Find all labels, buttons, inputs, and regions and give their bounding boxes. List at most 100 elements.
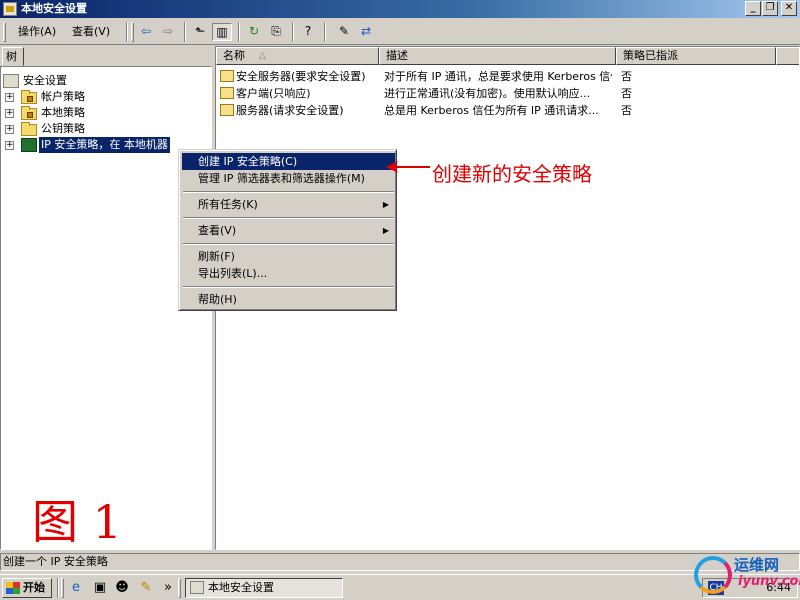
quicklaunch-grip: [61, 578, 64, 598]
folder-icon: [21, 122, 37, 136]
qq-icon[interactable]: ☻: [114, 580, 130, 596]
menu-item-create-ip-policy[interactable]: 创建 IP 安全策略(C): [182, 153, 395, 170]
toolbar-separator: [292, 22, 294, 42]
column-header-assigned[interactable]: 策略已指派: [616, 47, 776, 65]
minimize-button[interactable]: _: [745, 1, 761, 16]
desktop-icon[interactable]: ▣: [92, 580, 108, 596]
menu-item-help[interactable]: 帮助(H): [182, 291, 395, 308]
expand-icon[interactable]: +: [5, 93, 14, 102]
menu-separator: [183, 217, 394, 219]
menu-toolbar: 操作(A) 查看(V) ⇦ ⇨ ⬑ ▥ ↻ ⎘ ? ✎ ⇄: [0, 19, 800, 45]
toolbar-separator: [324, 22, 326, 42]
start-label: 开始: [23, 581, 45, 594]
row-name: 客户端(只响应): [236, 87, 311, 100]
task-button-local-security[interactable]: 本地安全设置: [185, 578, 343, 598]
status-bar: 创建一个 IP 安全策略: [0, 553, 800, 571]
menu-item-manage-filters[interactable]: 管理 IP 筛选器表和筛选器操作(M): [182, 170, 395, 187]
menu-separator: [183, 243, 394, 245]
windows-logo-icon: [6, 582, 20, 594]
new-policy-icon[interactable]: ✎: [334, 23, 354, 41]
column-header-label: 名称: [223, 49, 245, 62]
tree-item-label: 公钥策略: [41, 122, 85, 135]
window-title: 本地安全设置: [21, 2, 87, 15]
menu-item-label: 所有任务(K): [198, 198, 258, 211]
app-icon: [190, 581, 204, 594]
tree-root-label: 安全设置: [23, 74, 67, 87]
menu-view[interactable]: 查看(V): [68, 24, 114, 40]
row-description: 进行正常通讯(没有加密)。使用默认响应...: [384, 87, 591, 100]
column-header-description[interactable]: 描述: [379, 47, 616, 65]
menu-item-view[interactable]: 查看(V) ▶: [182, 222, 395, 239]
menu-item-label: 查看(V): [198, 224, 237, 237]
tree-header: 树: [0, 46, 210, 66]
menubar-grip: [3, 22, 6, 42]
toolbar-grip: [131, 22, 134, 42]
toolbar-separator: [184, 22, 186, 42]
menu-item-refresh[interactable]: 刷新(F): [182, 248, 395, 265]
watermark-text: 运维网: [734, 556, 780, 574]
row-description: 总是用 Kerberos 信任为所有 IP 通讯请求...: [384, 104, 599, 117]
column-header-label: 描述: [386, 49, 408, 62]
title-bar[interactable]: 本地安全设置 _ ❐ ✕: [0, 0, 800, 18]
tree-item-label: 本地策略: [41, 106, 85, 119]
column-header-filler: [776, 47, 799, 65]
ip-security-icon: [21, 138, 37, 152]
lock-icon: [27, 96, 33, 102]
menu-item-all-tasks[interactable]: 所有任务(K) ▶: [182, 196, 395, 213]
figure-label: 图 1: [32, 495, 122, 549]
toolbar-separator: [238, 22, 240, 42]
column-header-label: 策略已指派: [623, 49, 678, 62]
menu-separator: [183, 286, 394, 288]
forward-icon[interactable]: ⇨: [158, 23, 178, 41]
sort-ascending-icon: △: [259, 51, 266, 61]
overflow-chevron-icon[interactable]: »: [160, 580, 176, 596]
toolbar-separator: [126, 22, 128, 42]
task-label: 本地安全设置: [208, 581, 274, 594]
watermark-url: iyunv.com: [738, 574, 800, 589]
show-tree-icon[interactable]: ▥: [212, 23, 232, 41]
tree-item-label: 帐户策略: [41, 90, 85, 103]
expand-icon[interactable]: +: [5, 109, 14, 118]
help-icon[interactable]: ?: [298, 23, 318, 41]
row-assigned: 否: [621, 87, 632, 100]
lock-icon: [27, 112, 33, 118]
taskbar: 开始 e ▣ ☻ ✎ » 本地安全设置 CH 6:44: [0, 574, 800, 600]
tree-tab[interactable]: 树: [2, 47, 24, 66]
list-item[interactable]: 服务器(请求安全设置) 总是用 Kerberos 信任为所有 IP 通讯请求..…: [216, 102, 799, 119]
tasks-grip: [178, 578, 181, 598]
menu-action[interactable]: 操作(A): [14, 24, 60, 40]
context-menu: 创建 IP 安全策略(C) 管理 IP 筛选器表和筛选器操作(M) 所有任务(K…: [178, 149, 397, 311]
annotation-callout: 创建新的安全策略: [432, 162, 592, 186]
list-item[interactable]: 客户端(只响应) 进行正常通讯(没有加密)。使用默认响应... 否: [216, 85, 799, 102]
row-assigned: 否: [621, 70, 632, 83]
security-settings-icon: [3, 74, 19, 88]
status-text: 创建一个 IP 安全策略: [3, 555, 108, 568]
row-name: 安全服务器(要求安全设置): [236, 70, 366, 83]
watermark-logo-icon: [694, 556, 732, 594]
policy-icon: [220, 87, 234, 99]
tree-item-label: IP 安全策略，在 本地机器: [39, 137, 170, 153]
refresh-icon[interactable]: ↻: [244, 23, 264, 41]
assign-policy-icon[interactable]: ⇄: [356, 23, 376, 41]
pencil-icon[interactable]: ✎: [138, 580, 154, 596]
watermark: 运维网 iyunv.com: [694, 552, 800, 598]
close-button[interactable]: ✕: [781, 1, 797, 16]
annotation-arrow-icon: [386, 161, 430, 173]
up-folder-icon[interactable]: ⬑: [190, 23, 210, 41]
submenu-arrow-icon: ▶: [382, 226, 389, 235]
expand-icon[interactable]: +: [5, 125, 14, 134]
export-list-icon[interactable]: ⎘: [266, 23, 286, 41]
menu-item-export-list[interactable]: 导出列表(L)...: [182, 265, 395, 282]
restore-button[interactable]: ❐: [762, 1, 778, 16]
ie-icon[interactable]: e: [68, 580, 84, 596]
column-header-name[interactable]: 名称 △: [216, 47, 379, 65]
back-icon[interactable]: ⇦: [136, 23, 156, 41]
list-item[interactable]: 安全服务器(要求安全设置) 对于所有 IP 通讯，总是要求使用 Kerberos…: [216, 68, 799, 85]
row-name: 服务器(请求安全设置): [236, 104, 344, 117]
menu-separator: [183, 191, 394, 193]
policy-icon: [220, 70, 234, 82]
expand-icon[interactable]: +: [5, 141, 14, 150]
app-icon: [3, 2, 17, 16]
policy-icon: [220, 104, 234, 116]
start-button[interactable]: 开始: [2, 578, 52, 598]
